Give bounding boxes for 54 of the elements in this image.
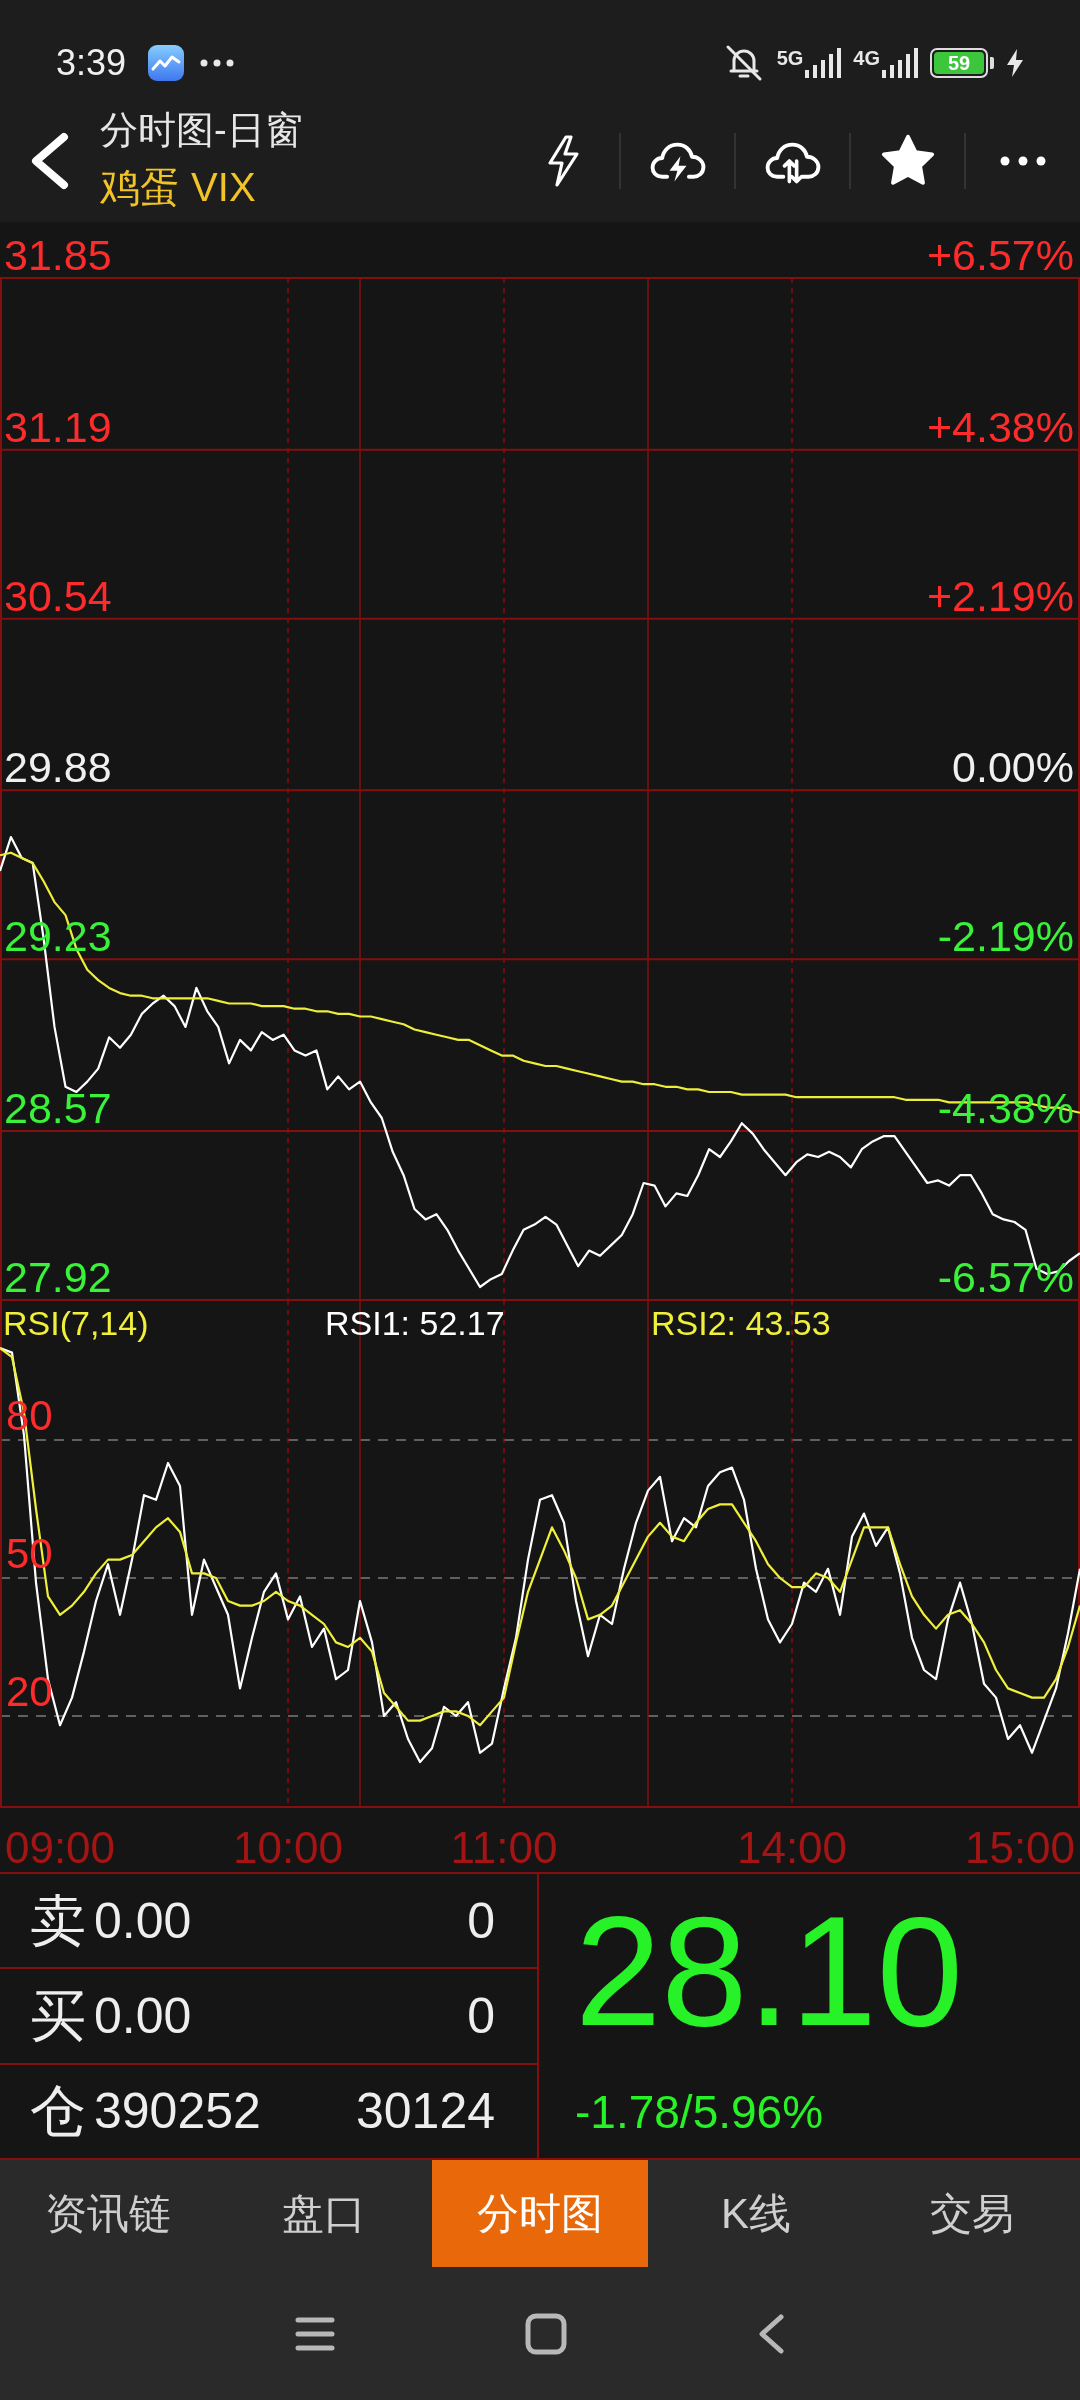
chart-app-icon	[148, 45, 185, 81]
signal-bars-icon	[805, 48, 842, 78]
menu-icon	[295, 2315, 335, 2352]
network-type-label: 4G	[853, 48, 880, 68]
home-button[interactable]	[525, 2312, 567, 2355]
price-axis-label: 29.88	[4, 746, 112, 790]
more-dots-icon	[1000, 156, 1046, 166]
battery-indicator: 59	[930, 48, 994, 78]
percent-axis-label: +4.38%	[926, 405, 1074, 449]
tab[interactable]: K线	[648, 2160, 864, 2267]
quote-value: 0.00	[94, 1991, 192, 2041]
last-price: 28.10	[575, 1894, 963, 2049]
square-icon	[525, 2312, 567, 2355]
tab[interactable]: 资讯链	[0, 2160, 216, 2267]
rsi-axis-label: 20	[6, 1671, 53, 1713]
time-axis-label: 15:00	[964, 1826, 1076, 1870]
time-axis-label: 10:00	[232, 1826, 344, 1870]
price-axis-label: 31.85	[4, 234, 112, 277]
percent-axis-label: 0.00%	[952, 746, 1074, 790]
chevron-left-icon	[757, 2312, 785, 2355]
indicator-value: RSI2: 43.53	[651, 1304, 831, 1342]
indicator-title: RSI(7,14)	[3, 1304, 149, 1342]
signal-bars-icon	[882, 48, 918, 78]
clock-time: 3:39	[56, 45, 127, 81]
network-type-label: 5G	[776, 48, 804, 68]
time-axis-label: 09:00	[4, 1826, 116, 1870]
charging-bolt-icon	[1006, 49, 1024, 77]
quote-row-label: 卖	[30, 1892, 86, 1949]
price-axis-label: 30.54	[4, 574, 112, 618]
instrument-name: 鸡蛋 VIX	[100, 164, 256, 210]
time-axis-label: 11:00	[450, 1826, 558, 1870]
indicator-value: RSI1: 52.17	[325, 1304, 505, 1342]
quote-value: 0.00	[94, 1895, 192, 1946]
back-nav-button[interactable]	[757, 2312, 785, 2355]
quote-value: 0	[467, 1991, 495, 2041]
percent-axis-label: -2.19%	[937, 915, 1074, 959]
time-axis-label: 14:00	[736, 1826, 848, 1870]
percent-axis-label: +2.19%	[926, 574, 1074, 618]
menu-button[interactable]	[295, 2315, 335, 2352]
more-dots-icon	[200, 59, 235, 67]
price-axis-label: 31.19	[4, 405, 112, 449]
quote-row-label: 仓	[30, 2083, 86, 2140]
tab[interactable]: 盘口	[216, 2160, 432, 2267]
quote-row-label: 买	[30, 1988, 86, 2044]
price-axis-label: 27.92	[4, 1256, 112, 1299]
quote-value: 0	[467, 1895, 495, 1946]
screen-title: 分时图-日窗	[100, 108, 303, 152]
price-change: -1.78/5.96%	[575, 2089, 824, 2135]
quote-value: 390252	[94, 2086, 261, 2137]
price-axis-label: 28.57	[4, 1086, 112, 1130]
quote-value: 30124	[355, 2086, 495, 2137]
percent-axis-label: -6.57%	[937, 1256, 1074, 1299]
percent-axis-label: +6.57%	[926, 234, 1074, 277]
tab[interactable]: 交易	[864, 2160, 1080, 2267]
